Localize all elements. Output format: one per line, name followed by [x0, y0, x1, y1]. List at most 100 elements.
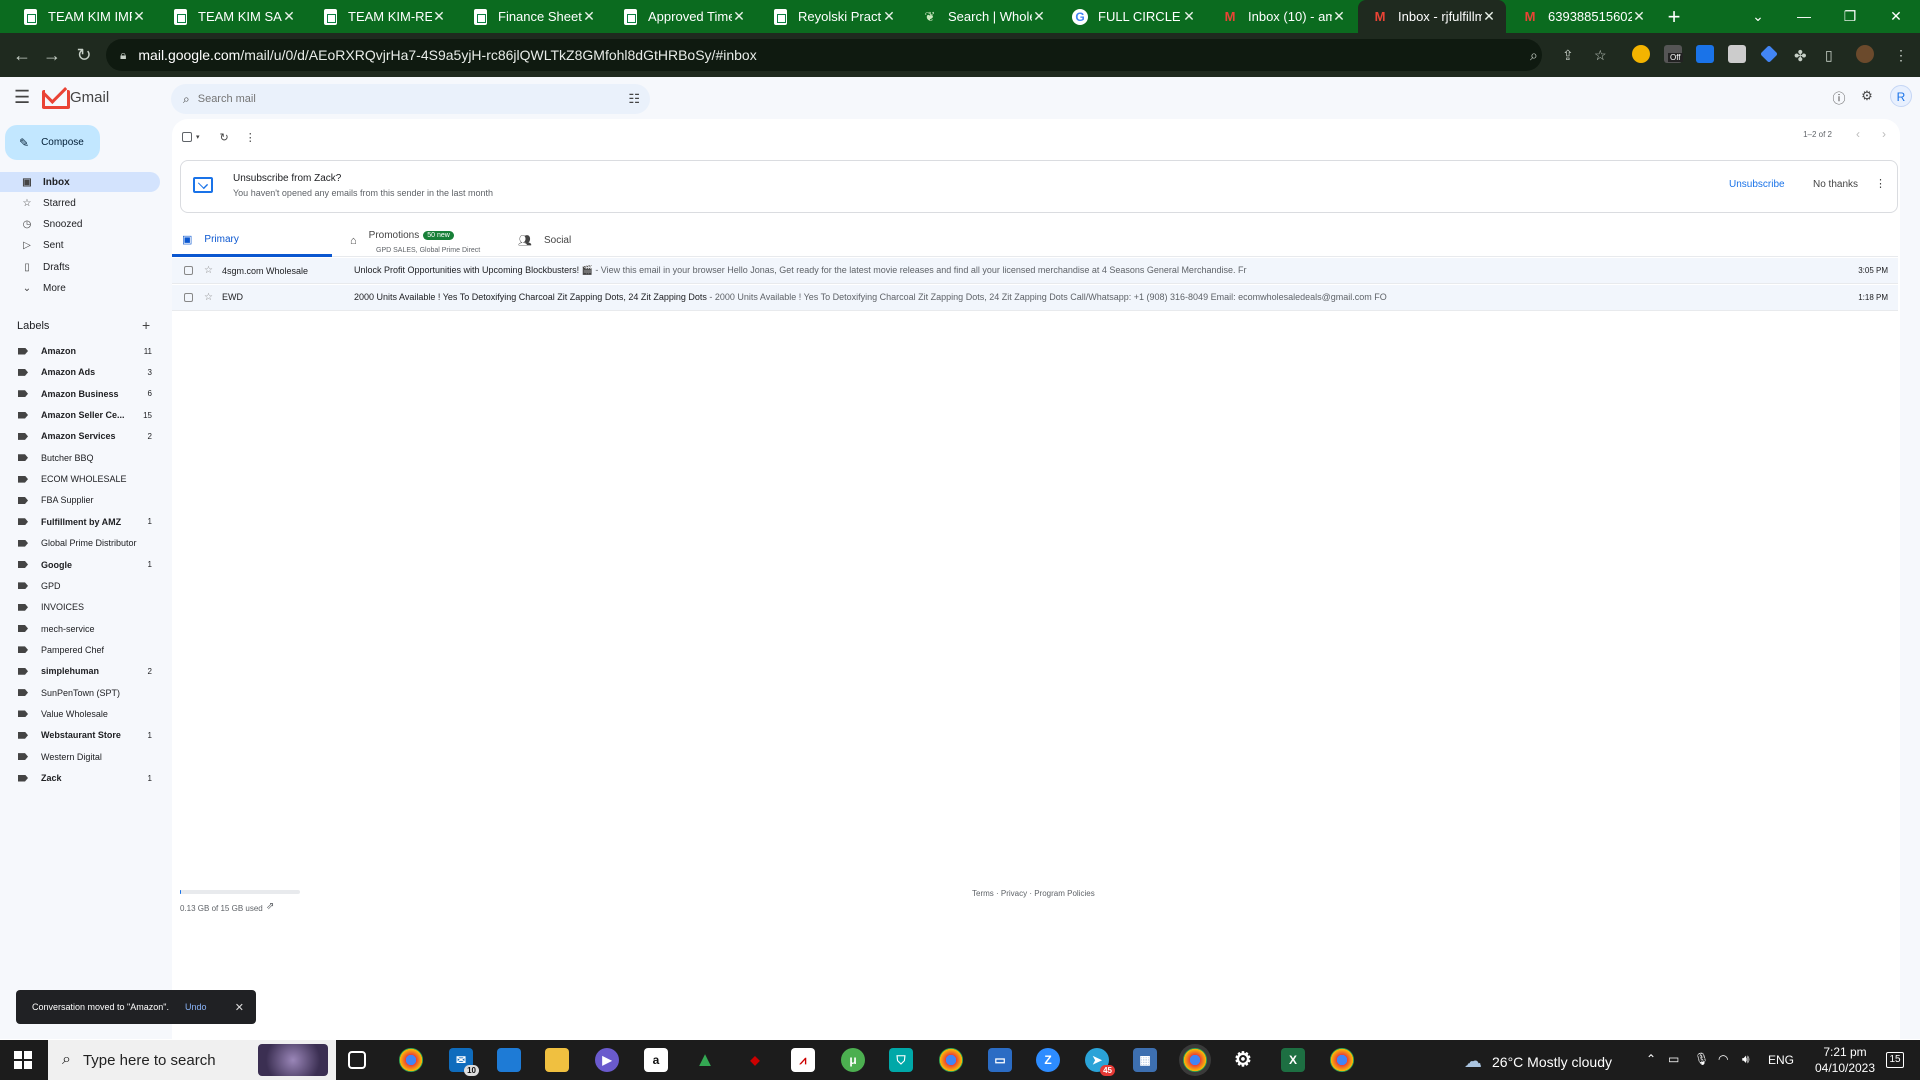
share-icon[interactable]: ⇪: [1562, 47, 1574, 64]
more-options-icon[interactable]: ⋮: [245, 131, 256, 144]
taskbar-search[interactable]: ⌕ Type here to search: [48, 1040, 336, 1080]
close-tab-icon[interactable]: ✕: [582, 8, 596, 25]
browser-tab[interactable]: Finance Sheet ✕: [458, 0, 606, 33]
weather-widget[interactable]: ☁ 26°C Mostly cloudy: [1464, 1051, 1612, 1072]
star-icon[interactable]: ☆: [204, 265, 216, 276]
telegram-icon[interactable]: ➤ 45: [1085, 1048, 1115, 1076]
label-item[interactable]: Amazon Services 2: [0, 427, 160, 445]
meet-now-icon[interactable]: ▭: [1668, 1052, 1679, 1066]
label-item[interactable]: Value Wholesale: [0, 705, 160, 723]
tab-social[interactable]: 👥︎ Social: [518, 224, 678, 257]
label-item[interactable]: Zack 1: [0, 769, 160, 787]
reload-icon[interactable]: ↻: [70, 41, 98, 69]
nav-item-drafts[interactable]: ▯ Drafts: [0, 257, 160, 277]
label-item[interactable]: FBA Supplier: [0, 491, 160, 509]
label-item[interactable]: Google 1: [0, 556, 160, 574]
task-view-icon[interactable]: [348, 1051, 366, 1069]
window-app-icon[interactable]: ▭: [988, 1048, 1012, 1072]
search-bar[interactable]: ⌕ ☷: [171, 84, 650, 114]
browser-tab[interactable]: G FULL CIRCLE GLOBAL✕: [1058, 0, 1206, 33]
extension-blue-icon[interactable]: [1696, 45, 1714, 63]
close-tab-icon[interactable]: ✕: [1032, 8, 1046, 25]
nav-item-starred[interactable]: ☆ Starred: [0, 193, 160, 213]
email-row[interactable]: ☆ EWD 2000 Units Available ! Yes To Detoxi…: [172, 284, 1898, 311]
search-icon[interactable]: ⌕: [183, 92, 190, 107]
label-item[interactable]: Amazon 11: [0, 342, 160, 360]
gmail-logo[interactable]: Gmail: [42, 89, 109, 109]
media-player-icon[interactable]: ▶: [595, 1048, 619, 1072]
extension-off-icon[interactable]: Off: [1664, 45, 1683, 63]
settings-gear-icon[interactable]: ⚙: [1858, 88, 1876, 104]
label-item[interactable]: Pampered Chef: [0, 641, 160, 659]
browser-tab[interactable]: TEAM KIM IMPORT✕: [8, 0, 156, 33]
prev-page-icon[interactable]: ‹: [1856, 127, 1860, 141]
profile-avatar-icon[interactable]: [1856, 45, 1874, 63]
chrome-icon[interactable]: [399, 1048, 423, 1072]
label-item[interactable]: Amazon Business 6: [0, 385, 160, 403]
close-tab-icon[interactable]: ✕: [1632, 8, 1646, 25]
tab-promotions[interactable]: ⌂ Promotions 50 new GPD SALES, Global Pr…: [350, 224, 510, 257]
new-tab-icon[interactable]: +: [1662, 4, 1686, 30]
label-item[interactable]: INVOICES: [0, 598, 160, 616]
close-tab-icon[interactable]: ✕: [1482, 8, 1496, 25]
close-tab-icon[interactable]: ✕: [732, 8, 746, 25]
close-tab-icon[interactable]: ✕: [132, 8, 146, 25]
label-item[interactable]: Butcher BBQ: [0, 449, 160, 467]
clock[interactable]: 7:21 pm 04/10/2023: [1810, 1044, 1880, 1076]
no-thanks-button[interactable]: No thanks: [1813, 179, 1858, 190]
label-item[interactable]: GPD: [0, 577, 160, 595]
search-input[interactable]: [197, 93, 598, 105]
chrome-active-icon[interactable]: [1183, 1048, 1207, 1072]
undo-button[interactable]: Undo: [185, 1002, 207, 1012]
google-drive-icon[interactable]: ▲: [693, 1048, 717, 1072]
select-dropdown-icon[interactable]: ▾: [196, 133, 200, 141]
address-bar[interactable]: 🔒︎ mail.google.com/mail/u/0/d/AEoRXRQvjr…: [106, 39, 1542, 71]
email-row[interactable]: ☆ 4sgm.com Wholesale Unlock Profit Opportu…: [172, 258, 1898, 284]
close-tab-icon[interactable]: ✕: [1332, 8, 1346, 25]
account-avatar[interactable]: R: [1890, 85, 1912, 107]
search-options-icon[interactable]: ☷: [628, 91, 640, 107]
chrome-profile-icon[interactable]: [939, 1048, 963, 1072]
minimize-icon[interactable]: —: [1784, 2, 1824, 30]
add-label-icon[interactable]: +: [142, 317, 150, 333]
nav-item-inbox[interactable]: ▣ Inbox: [0, 172, 160, 192]
select-all-checkbox[interactable]: [182, 132, 192, 142]
close-tab-icon[interactable]: ✕: [882, 8, 896, 25]
side-panel-icon[interactable]: ▯: [1825, 47, 1833, 64]
vpn-shield-icon[interactable]: ⛉: [889, 1048, 913, 1072]
search-highlight-image[interactable]: [258, 1044, 328, 1076]
row-checkbox[interactable]: [184, 292, 193, 302]
browser-tab[interactable]: ❦ Search | Wholesale✕: [908, 0, 1056, 33]
browser-tab[interactable]: M 639388515602 ✕: [1508, 0, 1656, 33]
browser-menu-icon[interactable]: ⋮: [1894, 47, 1908, 64]
next-page-icon[interactable]: ›: [1882, 127, 1886, 141]
close-tab-icon[interactable]: ✕: [1182, 8, 1196, 25]
excel-icon[interactable]: X: [1281, 1048, 1305, 1072]
label-item[interactable]: Amazon Seller Ce... 15: [0, 406, 160, 424]
notification-center-icon[interactable]: 15: [1886, 1052, 1904, 1068]
back-icon[interactable]: ←: [8, 41, 36, 69]
close-window-icon[interactable]: ✕: [1876, 2, 1916, 30]
label-item[interactable]: ECOM WHOLESALE: [0, 470, 160, 488]
help-icon[interactable]: ⓘ: [1830, 88, 1848, 107]
chrome-second-icon[interactable]: [1330, 1048, 1354, 1072]
calculator-icon[interactable]: ▦: [1133, 1048, 1157, 1072]
browser-tab[interactable]: M Inbox (10) - amazon✕: [1208, 0, 1356, 33]
utorrent-icon[interactable]: μ: [841, 1048, 865, 1072]
close-icon[interactable]: ✕: [235, 1001, 244, 1014]
tab-primary[interactable]: ▣ Primary: [172, 224, 332, 257]
label-item[interactable]: mech-service: [0, 620, 160, 638]
unsubscribe-button[interactable]: Unsubscribe: [1729, 179, 1785, 190]
label-item[interactable]: Amazon Ads 3: [0, 363, 160, 381]
amazon-icon[interactable]: a: [644, 1048, 668, 1072]
star-icon[interactable]: ☆: [204, 292, 216, 303]
wifi-icon[interactable]: ◠: [1718, 1052, 1728, 1066]
main-menu-icon[interactable]: ☰: [14, 87, 30, 108]
footer-links[interactable]: Terms · Privacy · Program Policies: [972, 889, 1095, 898]
browser-tab[interactable]: M Inbox - rjfulfillment✕: [1358, 0, 1506, 33]
label-item[interactable]: Webstaurant Store 1: [0, 726, 160, 744]
extension-grey-icon[interactable]: [1728, 45, 1746, 63]
extensions-puzzle-icon[interactable]: ✤: [1794, 47, 1807, 65]
extension-diamond-icon[interactable]: [1760, 45, 1778, 63]
volume-icon[interactable]: 🔊︎: [1742, 1052, 1750, 1067]
